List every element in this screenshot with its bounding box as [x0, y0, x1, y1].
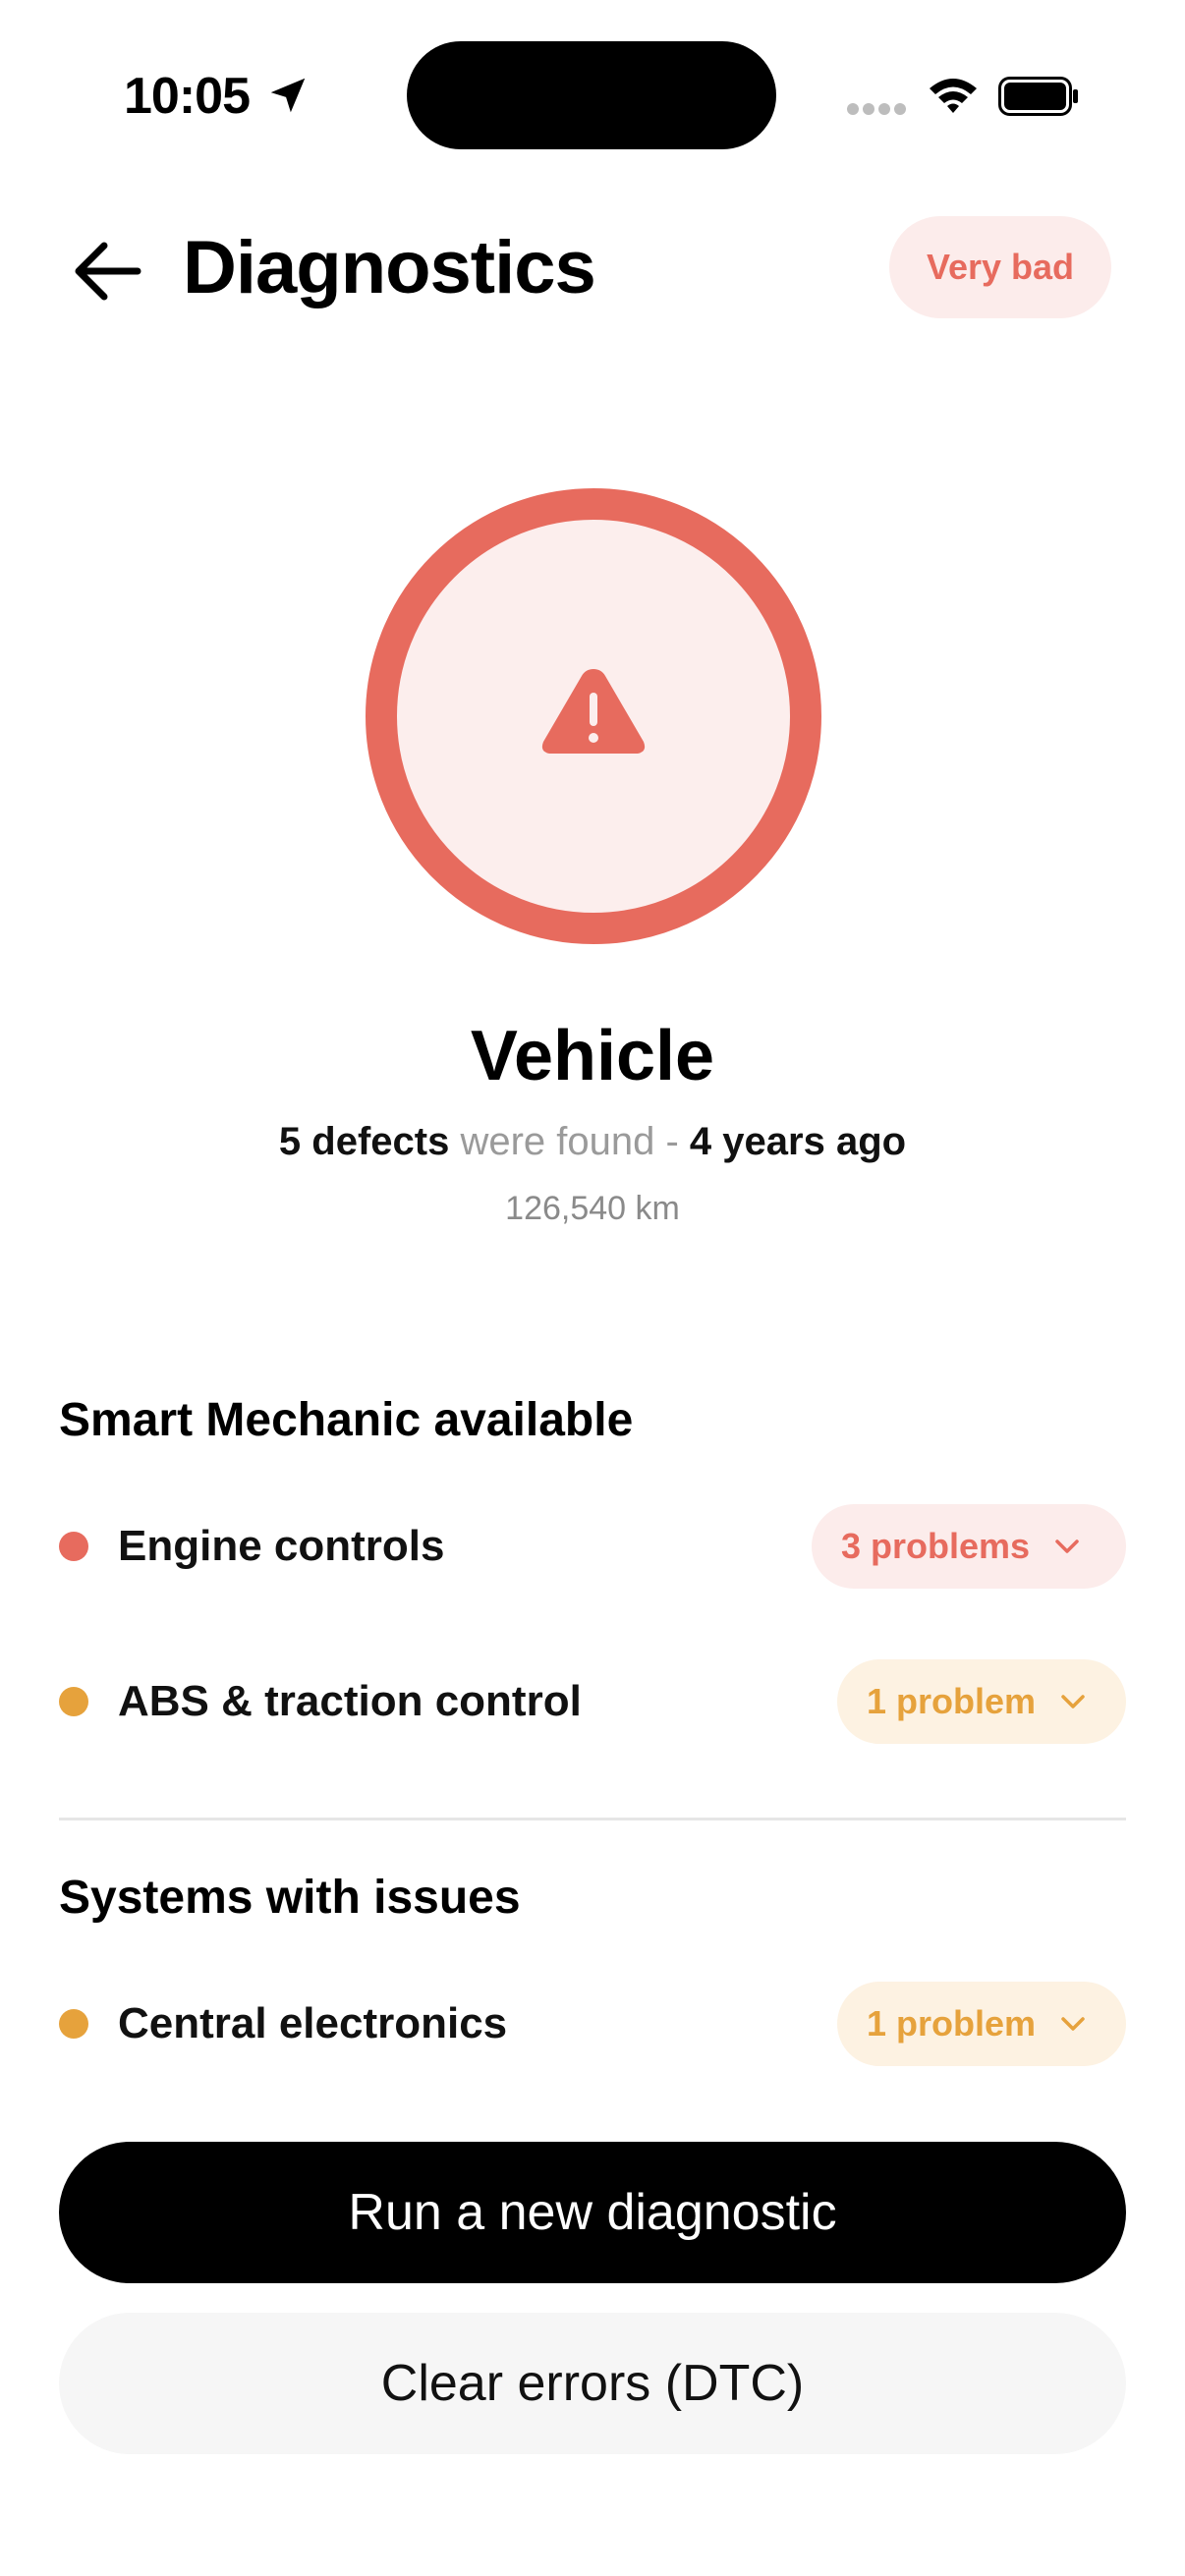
found-text: were found - [449, 1120, 690, 1163]
page-title: Diagnostics [183, 226, 596, 309]
problems-dropdown[interactable]: 1 problem [837, 1982, 1126, 2066]
problems-count: 3 problems [841, 1526, 1031, 1566]
status-badge: Very bad [889, 216, 1111, 318]
vehicle-name: Vehicle [470, 1017, 715, 1095]
severity-dot [59, 1687, 88, 1716]
system-label: Central electronics [118, 1999, 508, 2047]
clear-errors-button[interactable]: Clear errors (DTC) [59, 2313, 1126, 2454]
cellular-signal-icon [847, 103, 906, 115]
problems-count: 1 problem [867, 2003, 1037, 2044]
system-label: Engine controls [118, 1522, 445, 1570]
battery-icon [998, 77, 1078, 116]
severity-dot [59, 1532, 88, 1561]
problems-count: 1 problem [867, 1681, 1037, 1721]
status-ring [366, 488, 821, 944]
chevron-down-icon [1061, 1695, 1085, 1708]
problems-dropdown[interactable]: 1 problem [837, 1659, 1126, 1744]
system-label: ABS & traction control [118, 1677, 582, 1725]
section-divider [59, 1818, 1126, 1820]
run-diagnostic-button[interactable]: Run a new diagnostic [59, 2142, 1126, 2283]
defects-summary: 5 defects were found - 4 years ago [0, 1114, 1185, 1169]
problems-dropdown[interactable]: 3 problems [812, 1504, 1126, 1589]
chevron-down-icon [1055, 1540, 1079, 1553]
chevron-down-icon [1061, 2017, 1085, 2031]
time-ago: 4 years ago [689, 1120, 907, 1163]
dynamic-island [407, 41, 776, 149]
section-title-smart-mechanic: Smart Mechanic available [59, 1394, 634, 1446]
back-arrow-icon[interactable] [69, 232, 147, 310]
location-arrow-icon [270, 78, 306, 113]
severity-dot [59, 2009, 88, 2039]
status-time: 10:05 [124, 68, 251, 125]
wifi-icon [930, 79, 977, 113]
defects-count: 5 defects [278, 1120, 450, 1163]
section-title-systems-with-issues: Systems with issues [59, 1872, 521, 1924]
mileage: 126,540 km [505, 1190, 680, 1227]
